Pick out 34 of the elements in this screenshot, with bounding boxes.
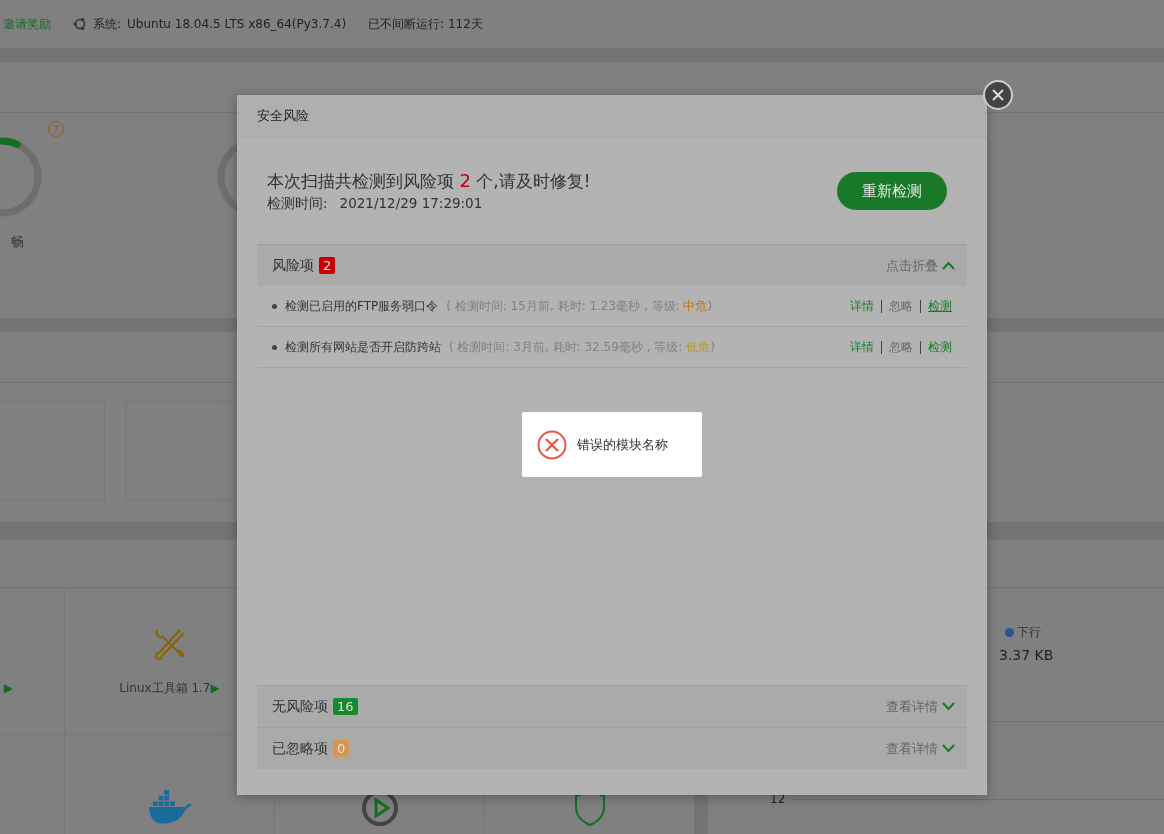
section-title: 已忽略项: [272, 739, 328, 758]
scan-summary: 本次扫描共检测到风险项 2 个,请及时修复!: [267, 169, 591, 193]
count-badge: 2: [319, 257, 336, 274]
scan-time: 2021/12/29 17:29:01: [339, 194, 483, 213]
arrow-glyph: ▶: [3, 681, 13, 695]
arrow-glyph: ▶: [210, 681, 220, 695]
scan-time-label: 检测时间:: [267, 194, 328, 213]
action-link[interactable]: 忽略: [889, 338, 913, 356]
toggle-button[interactable]: 查看详情: [886, 739, 955, 758]
gauge-caption: 畅: [11, 233, 24, 251]
action-link[interactable]: 详情: [850, 338, 874, 356]
invite-link[interactable]: 邀请奖励: [3, 15, 51, 33]
count-badge: 0: [333, 740, 350, 757]
action-link[interactable]: 检测: [928, 338, 952, 356]
system-label: 系统:: [93, 15, 122, 33]
system-value: Ubuntu 18.04.5 LTS x86_64(Py3.7.4): [127, 17, 347, 31]
action-link[interactable]: 详情: [850, 297, 874, 315]
section-title: 风险项: [272, 256, 314, 275]
toast-message: 错误的模块名称: [577, 435, 668, 454]
action-link[interactable]: 忽略: [889, 297, 913, 315]
section-title: 无风险项: [272, 697, 328, 716]
risk-name: 检测已启用的FTP服务弱口令: [285, 297, 439, 315]
legend-label: 下行: [1017, 624, 1041, 641]
risk-name: 检测所有网站是否开启防跨站: [285, 338, 441, 356]
software-tile[interactable]: ▶: [0, 588, 65, 735]
uptime-text: 已不间断运行: 112天: [368, 15, 483, 33]
traffic-value: 3.37 KB: [999, 647, 1054, 663]
dialog-title: 安全风险: [257, 107, 309, 125]
count-badge: 16: [333, 698, 358, 715]
software-name: Linux工具箱 1.7: [119, 679, 211, 697]
action-link[interactable]: 检测: [928, 297, 952, 315]
rescan-button[interactable]: 重新检测: [837, 172, 947, 210]
toggle-button[interactable]: 查看详情: [886, 697, 955, 716]
toggle-button[interactable]: 点击折叠: [886, 256, 955, 275]
